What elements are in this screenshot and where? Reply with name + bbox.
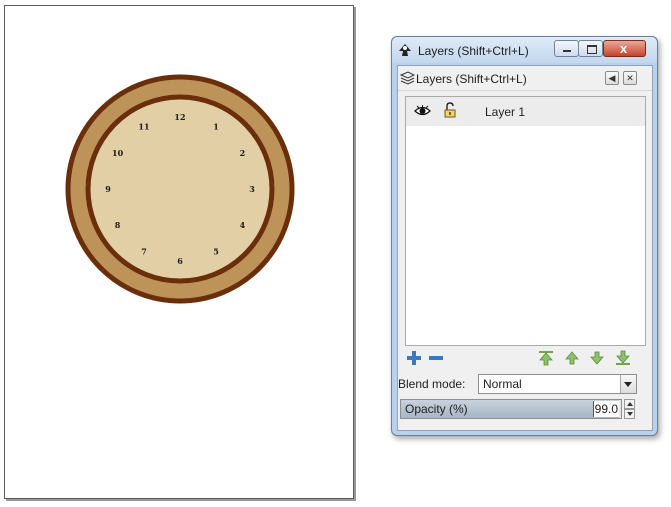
opacity-value-input[interactable]: 99.0 [592, 401, 619, 417]
clock-drawing[interactable]: 121234567891011 [65, 74, 295, 304]
blend-mode-label: Blend mode: [398, 377, 466, 391]
layer-name[interactable]: Layer 1 [485, 105, 525, 119]
layer-row[interactable]: Layer 1 [406, 97, 645, 126]
close-icon: ✕ [626, 73, 634, 83]
layers-icon [400, 71, 415, 85]
opacity-slider[interactable]: Opacity (%) 99.0 [400, 399, 622, 419]
canvas-page[interactable]: 12 1 2 3 4 5 6 7 8 9 10 11 [4, 5, 354, 499]
clock-numeral: 2 [240, 148, 246, 158]
maximize-icon [587, 45, 597, 54]
close-icon: x [620, 41, 628, 56]
clock-numeral: 8 [115, 220, 121, 230]
maximize-button[interactable] [578, 40, 603, 57]
clock-numeral: 4 [240, 220, 246, 230]
dock-header: Layers (Shift+Ctrl+L) ◀ ✕ [398, 66, 652, 91]
minimize-button[interactable] [554, 40, 579, 57]
chevron-down-icon [624, 382, 632, 387]
spin-down-button[interactable] [624, 409, 635, 419]
add-layer-icon[interactable] [406, 350, 422, 366]
spin-up-button[interactable] [624, 399, 635, 409]
clock-numeral: 5 [213, 246, 219, 256]
triangle-left-icon: ◀ [608, 73, 616, 83]
opacity-label: Opacity (%) [405, 402, 468, 416]
eye-visibility-icon[interactable] [414, 105, 431, 117]
lock-open-icon[interactable] [444, 102, 456, 118]
clock-numeral: 1 [213, 122, 219, 132]
arrow-down-icon [627, 412, 633, 416]
blend-mode-value: Normal [483, 377, 522, 391]
lower-layer-icon[interactable] [589, 350, 605, 366]
window-title: Layers (Shift+Ctrl+L) [418, 44, 529, 58]
arrow-up-icon [627, 402, 633, 406]
clock-numeral: 3 [249, 184, 255, 194]
layers-panel: Layers (Shift+Ctrl+L) ◀ ✕ Layer 1 Blend … [397, 65, 653, 431]
close-button[interactable]: x [603, 40, 646, 57]
lower-to-bottom-icon[interactable] [615, 350, 631, 366]
opacity-spinner[interactable] [624, 399, 635, 419]
minimize-icon [563, 50, 571, 52]
clock-numeral: 9 [105, 184, 111, 194]
clock-numeral: 6 [177, 256, 183, 266]
dock-iconify-button[interactable]: ◀ [605, 71, 619, 85]
dropdown-button[interactable] [620, 375, 636, 393]
inkscape-icon [399, 44, 411, 56]
layers-dialog-window[interactable]: Layers (Shift+Ctrl+L) x Layers (Shift+Ct… [391, 36, 658, 436]
dock-close-button[interactable]: ✕ [623, 71, 637, 85]
dock-title: Layers (Shift+Ctrl+L) [416, 72, 527, 86]
raise-layer-icon[interactable] [564, 350, 580, 366]
clock-numeral: 7 [141, 246, 147, 256]
blend-mode-select[interactable]: Normal [478, 374, 637, 394]
layer-list[interactable]: Layer 1 [405, 96, 646, 346]
clock-face [85, 94, 275, 284]
clock-numeral: 12 [174, 112, 185, 122]
remove-layer-icon[interactable] [428, 350, 444, 366]
clock-numeral: 11 [138, 122, 149, 132]
clock-numeral: 10 [112, 148, 124, 158]
window-titlebar[interactable]: Layers (Shift+Ctrl+L) x [392, 37, 657, 63]
raise-to-top-icon[interactable] [538, 350, 554, 366]
